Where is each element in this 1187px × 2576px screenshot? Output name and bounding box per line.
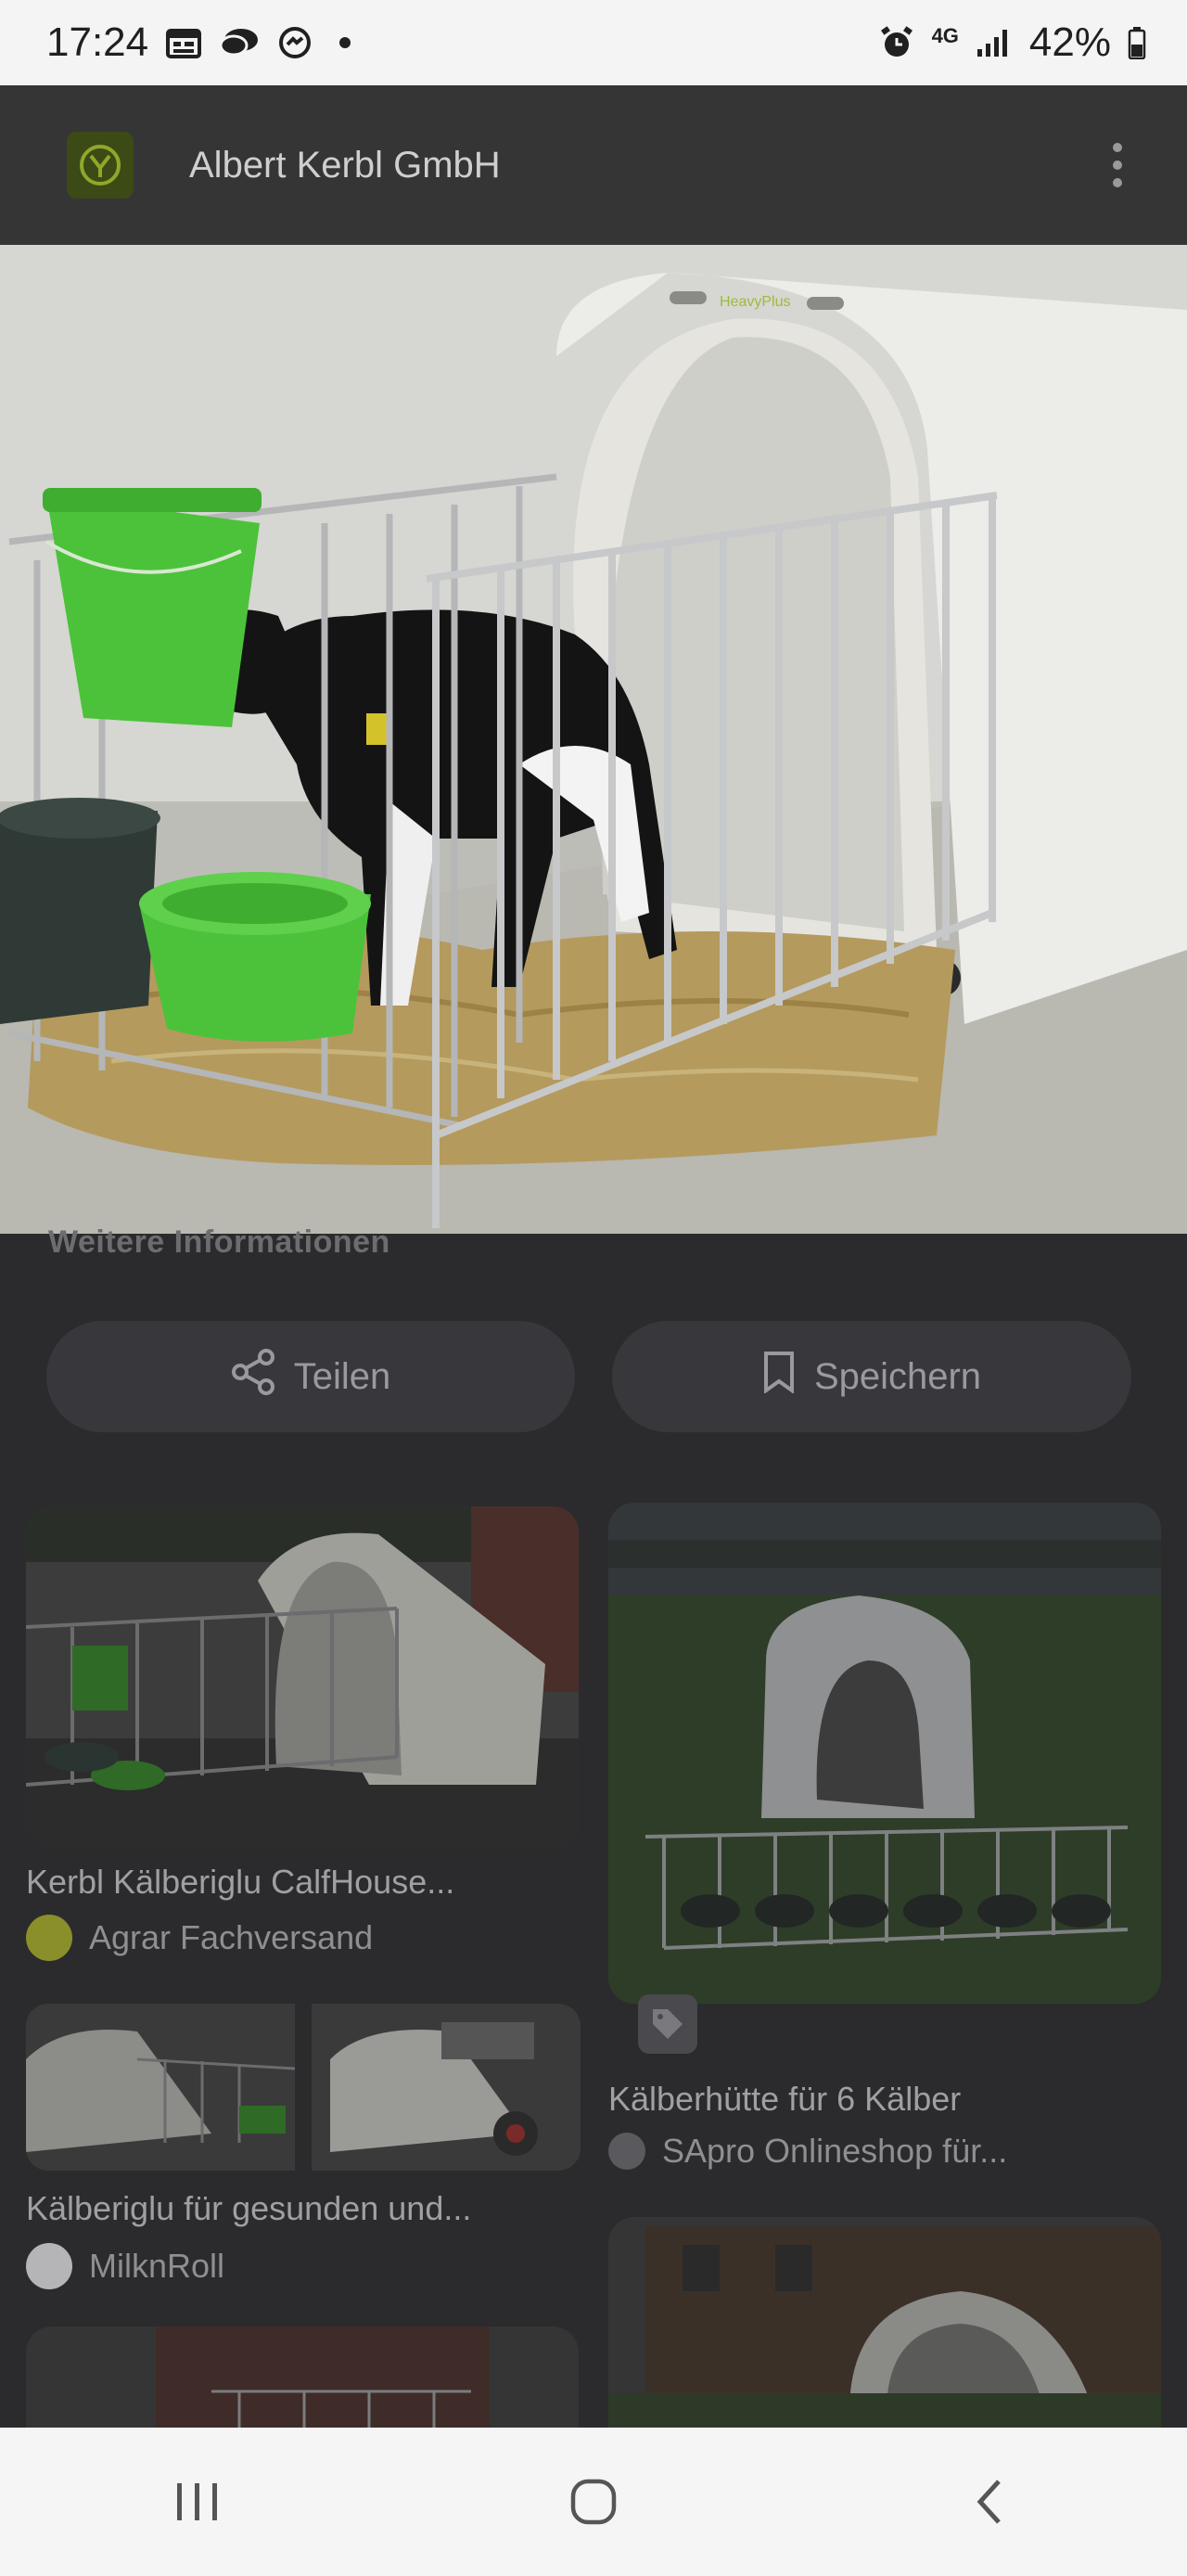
chat-bubble-icon xyxy=(219,26,260,59)
share-label: Teilen xyxy=(293,1355,391,1397)
result-title[interactable]: Kälberiglu für gesunden und... xyxy=(26,2189,471,2228)
signal-icon xyxy=(976,27,1013,58)
milknroll-source-icon xyxy=(26,2243,72,2289)
status-time: 17:24 xyxy=(46,19,149,65)
result-source[interactable]: SApro Onlineshop für... xyxy=(608,2132,1007,2171)
result-image-calfhouse[interactable] xyxy=(26,1506,579,1848)
more-vert-icon[interactable] xyxy=(1104,134,1131,197)
hero-product-image[interactable]: HeavyPlus xyxy=(0,245,1187,1234)
save-label: Speichern xyxy=(813,1355,982,1397)
result-image-calf-hut-6[interactable] xyxy=(608,1503,1161,2004)
share-button[interactable]: Teilen xyxy=(46,1321,575,1432)
result-image-kaelberiglu-b[interactable] xyxy=(312,2004,581,2171)
share-icon xyxy=(231,1348,275,1405)
result-source[interactable]: MilknRoll xyxy=(26,2243,224,2289)
result-image-partial-left[interactable] xyxy=(26,2326,579,2428)
battery-level: 42% xyxy=(1028,19,1111,65)
more-info-label[interactable]: Weitere Informationen xyxy=(48,1224,390,1261)
result-image-partial-right[interactable] xyxy=(608,2217,1161,2428)
calendar-icon xyxy=(165,26,202,59)
home-button[interactable] xyxy=(538,2460,649,2544)
app-title: Albert Kerbl GmbH xyxy=(189,144,501,186)
messenger-icon xyxy=(276,24,313,61)
sapro-source-icon xyxy=(608,2133,645,2170)
save-button[interactable]: Speichern xyxy=(612,1321,1131,1432)
recent-apps-button[interactable] xyxy=(142,2460,253,2544)
result-source-label: SApro Onlineshop für... xyxy=(662,2132,1008,2170)
notification-dot-icon xyxy=(339,37,351,48)
result-title[interactable]: Kerbl Kälberiglu CalfHouse... xyxy=(26,1863,454,1902)
tag-icon xyxy=(638,1994,697,2054)
network-type: 4G xyxy=(931,24,959,47)
battery-icon xyxy=(1128,26,1146,59)
result-image-kaelberiglu-a[interactable] xyxy=(26,2004,295,2171)
hero-product-label: HeavyPlus xyxy=(720,294,790,310)
result-source-label: MilknRoll xyxy=(89,2247,225,2285)
agrar-source-icon xyxy=(26,1915,72,1961)
bookmark-icon xyxy=(762,1351,796,1403)
result-source-label: Agrar Fachversand xyxy=(89,1918,374,1956)
status-bar: 17:24 4G 42% xyxy=(0,0,1187,85)
app-header: Albert Kerbl GmbH xyxy=(0,85,1187,245)
system-nav-bar xyxy=(0,2428,1187,2576)
result-source[interactable]: Agrar Fachversand xyxy=(26,1915,373,1961)
kerbl-logo-icon xyxy=(67,132,134,199)
back-button[interactable] xyxy=(934,2460,1045,2544)
result-title[interactable]: Kälberhütte für 6 Kälber xyxy=(608,2080,961,2119)
alarm-icon xyxy=(878,24,915,61)
